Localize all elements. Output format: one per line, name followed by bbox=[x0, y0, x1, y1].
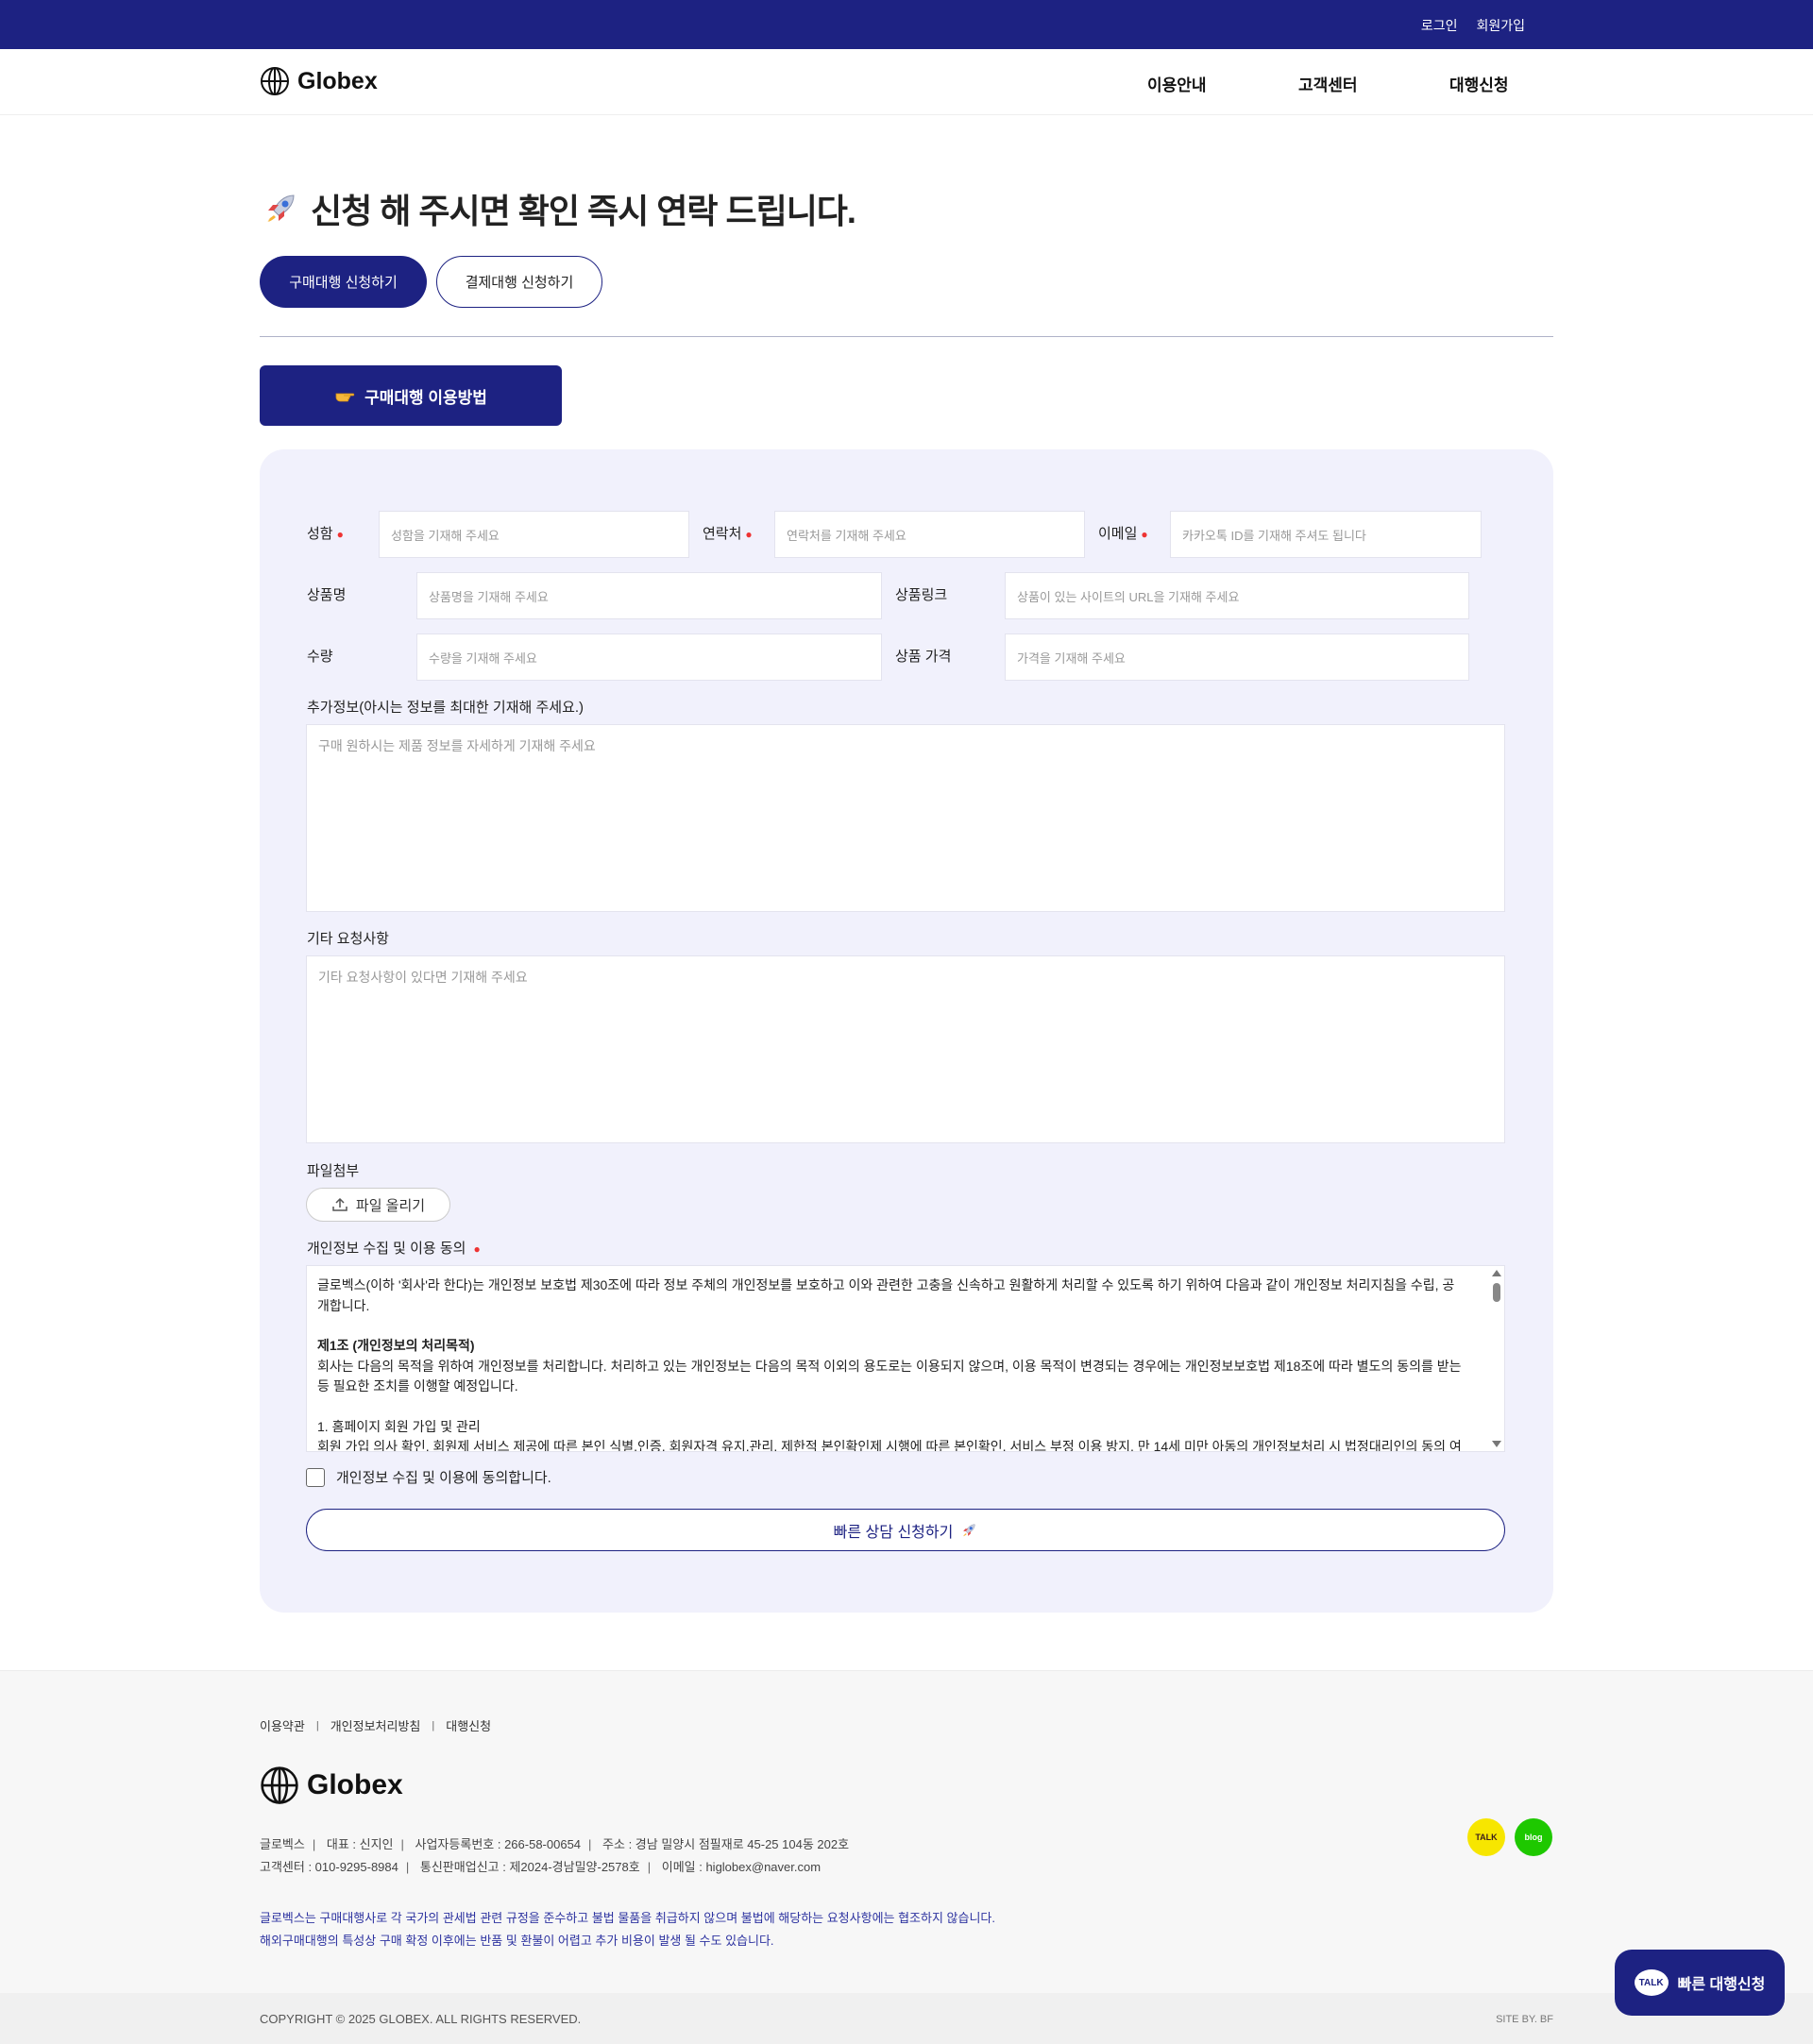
privacy-article-title: 제1조 (개인정보의 처리목적) bbox=[317, 1338, 475, 1353]
product-label: 상품명 bbox=[307, 587, 347, 603]
product-input[interactable]: 상품명을 기재해 주세요 bbox=[416, 572, 882, 619]
privacy-agree-row: 개인정보 수집 및 이용에 동의합니다. bbox=[306, 1467, 551, 1487]
privacy-article-body: 회사는 다음의 목적을 위하여 개인정보를 처리합니다. 처리하고 있는 개인정… bbox=[317, 1358, 1462, 1394]
login-link[interactable]: 로그인 bbox=[1421, 16, 1458, 35]
copyright-bar: COPYRIGHT © 2025 GLOBEX. ALL RIGHTS RESE… bbox=[0, 1993, 1813, 2044]
nav-apply[interactable]: 대행신청 bbox=[1449, 72, 1509, 95]
upload-icon bbox=[332, 1197, 347, 1211]
footer-link-privacy[interactable]: 개인정보처리방침 bbox=[330, 1716, 421, 1734]
file-upload-button[interactable]: 파일 올리기 bbox=[306, 1188, 450, 1222]
request-label: 기타 요청사항 bbox=[307, 931, 389, 947]
scroll-up-arrow-icon[interactable] bbox=[1492, 1270, 1501, 1276]
footer-logo[interactable]: Globex bbox=[260, 1765, 403, 1805]
globe-icon bbox=[261, 1766, 298, 1804]
pointing-hand-icon bbox=[335, 393, 355, 402]
floating-quick-apply-button[interactable]: TALK 빠른 대행신청 bbox=[1615, 1950, 1785, 2016]
link-input[interactable]: 상품이 있는 사이트의 URL을 기재해 주세요 bbox=[1005, 572, 1469, 619]
rocket-icon bbox=[267, 194, 295, 222]
phone-label: 연락처 ● bbox=[703, 526, 753, 542]
privacy-policy-box[interactable]: 글로벡스(이하 '회사'라 한다)는 개인정보 보호법 제30조에 따라 정보 … bbox=[306, 1265, 1505, 1452]
file-label: 파일첨부 bbox=[307, 1163, 360, 1179]
scroll-thumb[interactable] bbox=[1493, 1283, 1500, 1302]
page-title: 신청 해 주시면 확인 즉시 연락 드립니다. bbox=[262, 184, 856, 233]
email-label: 이메일 ● bbox=[1098, 526, 1148, 542]
kakaotalk-icon: TALK bbox=[1634, 1969, 1669, 1996]
topbar-links: 로그인 회원가입 bbox=[1421, 16, 1525, 35]
required-mark: ● bbox=[336, 528, 344, 541]
required-mark: ● bbox=[473, 1242, 481, 1256]
name-input[interactable]: 성함을 기재해 주세요 bbox=[379, 511, 689, 558]
divider: | bbox=[432, 1719, 435, 1731]
link-label: 상품링크 bbox=[895, 587, 948, 603]
footer-links: 이용약관 | 개인정보처리방침 | 대행신청 bbox=[260, 1716, 491, 1734]
kakaotalk-icon[interactable]: TALK bbox=[1467, 1818, 1505, 1856]
privacy-item1-title: 1. 홈페이지 회원 가입 및 관리 bbox=[317, 1418, 481, 1434]
phone-input[interactable]: 연락처를 기재해 주세요 bbox=[774, 511, 1085, 558]
top-bar: 로그인 회원가입 bbox=[0, 0, 1813, 49]
divider: | bbox=[315, 1719, 319, 1731]
globe-icon bbox=[261, 67, 289, 95]
email-input[interactable]: 카카오톡 ID를 기재해 주셔도 됩니다 bbox=[1170, 511, 1482, 558]
site-header: Globex 이용안내 고객센터 대행신청 bbox=[0, 49, 1813, 115]
footer-logo-text: Globex bbox=[307, 1769, 403, 1800]
company-info: 글로벡스 | 대표 : 신지인 | 사업자등록번호 : 266-58-00654 | … bbox=[260, 1837, 850, 1874]
required-mark: ● bbox=[1141, 528, 1148, 541]
signup-link[interactable]: 회원가입 bbox=[1476, 16, 1525, 35]
nav-guide[interactable]: 이용안내 bbox=[1147, 72, 1207, 95]
privacy-scrollbar[interactable] bbox=[1491, 1270, 1502, 1447]
scroll-down-arrow-icon[interactable] bbox=[1492, 1441, 1501, 1447]
logo-text: Globex bbox=[297, 67, 378, 94]
price-label: 상품 가격 bbox=[895, 649, 952, 665]
required-mark: ● bbox=[745, 528, 753, 541]
privacy-agree-checkbox[interactable] bbox=[306, 1467, 325, 1487]
application-form: 성함 ● 성함을 기재해 주세요 연락처 ● 연락처를 기재해 주세요 이메일 ● 카… bbox=[260, 449, 1553, 1613]
site-footer: 이용약관 | 개인정보처리방침 | 대행신청 Globex 글로벡스 | 대표 :… bbox=[0, 1670, 1813, 1993]
submit-label: 빠른 상담 신청하기 bbox=[833, 1524, 954, 1541]
tab-payment-agency[interactable]: 결제대행 신청하기 bbox=[436, 256, 602, 308]
privacy-item1-body: 회원 가입 의사 확인, 회원제 서비스 제공에 따른 본인 식별.인증, 회원… bbox=[317, 1439, 1462, 1452]
privacy-label: 개인정보 수집 및 이용 동의 ● bbox=[307, 1241, 481, 1257]
request-textarea[interactable]: 기타 요청사항이 있다면 기재해 주세요 bbox=[306, 955, 1505, 1143]
qty-input[interactable]: 수량을 기재해 주세요 bbox=[416, 633, 882, 681]
copyright-text: COPYRIGHT © 2025 GLOBEX. ALL RIGHTS RESE… bbox=[260, 2012, 582, 2026]
floating-button-label: 빠른 대행신청 bbox=[1677, 1977, 1766, 1993]
page-title-text: 신청 해 주시면 확인 즉시 연락 드립니다. bbox=[311, 192, 856, 230]
qty-label: 수량 bbox=[307, 649, 333, 665]
rocket-icon bbox=[963, 1523, 975, 1536]
price-input[interactable]: 가격을 기재해 주세요 bbox=[1005, 633, 1469, 681]
howto-button[interactable]: 구매대행 이용방법 bbox=[260, 365, 562, 426]
site-by-text: SITE BY. BF bbox=[1496, 2014, 1553, 2025]
nav-customer-center[interactable]: 고객센터 bbox=[1298, 72, 1358, 95]
upload-button-label: 파일 올리기 bbox=[355, 1197, 426, 1214]
footer-link-apply[interactable]: 대행신청 bbox=[446, 1716, 491, 1734]
tab-purchase-agency[interactable]: 구매대행 신청하기 bbox=[260, 256, 427, 308]
howto-label: 구매대행 이용방법 bbox=[364, 388, 487, 407]
footer-link-terms[interactable]: 이용약관 bbox=[260, 1716, 305, 1734]
submit-button[interactable]: 빠른 상담 신청하기 bbox=[306, 1509, 1505, 1551]
site-logo[interactable]: Globex bbox=[260, 66, 378, 96]
privacy-intro: 글로벡스(이하 '회사'라 한다)는 개인정보 보호법 제30조에 따라 정보 … bbox=[317, 1277, 1455, 1313]
footer-notice: 글로벡스는 구매대행사로 각 국가의 관세법 관련 규정을 준수하고 불법 물품… bbox=[260, 1911, 996, 1948]
extra-info-label: 추가정보(아시는 정보를 최대한 기재해 주세요.) bbox=[307, 700, 585, 716]
privacy-agree-label: 개인정보 수집 및 이용에 동의합니다. bbox=[336, 1470, 551, 1486]
naver-blog-icon[interactable]: blog bbox=[1515, 1818, 1552, 1856]
section-divider bbox=[260, 336, 1553, 337]
extra-info-textarea[interactable]: 구매 원하시는 제품 정보를 자세하게 기재해 주세요 bbox=[306, 724, 1505, 912]
name-label: 성함 ● bbox=[307, 526, 344, 542]
